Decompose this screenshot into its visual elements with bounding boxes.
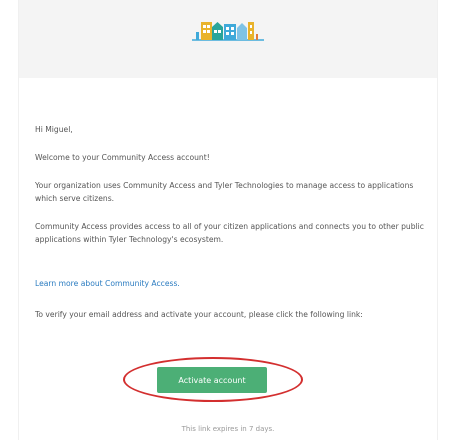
email-card: Hi Miguel, Welcome to your Community Acc…	[18, 0, 438, 440]
activate-account-button[interactable]: Activate account	[157, 367, 267, 393]
welcome-text: Welcome to your Community Access account…	[35, 153, 210, 162]
description-paragraph: Community Access provides access to all …	[35, 222, 424, 244]
link-expiry-note: This link expires in 7 days.	[181, 425, 275, 433]
community-buildings-logo-icon	[192, 22, 264, 41]
greeting: Hi Miguel,	[35, 125, 73, 134]
learn-more-link[interactable]: Learn more about Community Access.	[35, 278, 425, 291]
verify-instructions: To verify your email address and activat…	[35, 310, 363, 319]
intro-paragraph: Your organization uses Community Access …	[35, 181, 414, 203]
email-header	[19, 0, 437, 78]
